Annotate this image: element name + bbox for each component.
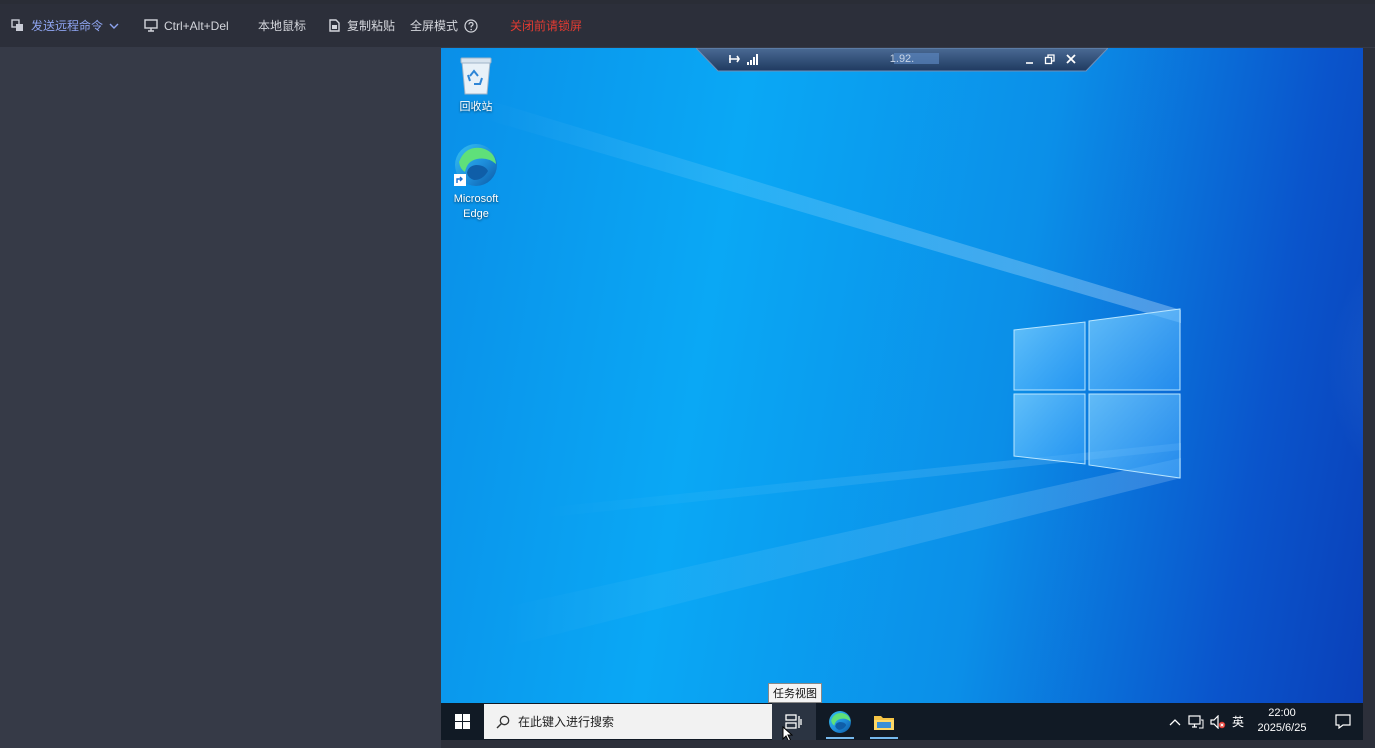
task-view-tooltip: 任务视图: [768, 683, 822, 703]
command-icon: [11, 18, 23, 31]
help-icon[interactable]: [464, 18, 478, 33]
taskbar: 在此键入进行搜索 英 22:00 2025/6/25: [441, 703, 1363, 740]
restore-icon[interactable]: [1043, 52, 1057, 66]
taskbar-edge-button[interactable]: [818, 703, 862, 740]
chevron-up-icon: [1169, 718, 1181, 725]
wallpaper-light-beams: [481, 98, 1181, 648]
volume-tray-button[interactable]: [1209, 703, 1227, 740]
taskbar-search-box[interactable]: 在此键入进行搜索: [484, 704, 772, 739]
edge-label-line2: Edge: [463, 208, 489, 220]
copy-paste-button[interactable]: 复制粘贴: [328, 4, 395, 47]
monitor-icon: [144, 19, 158, 32]
network-icon: [1188, 714, 1204, 728]
windows-start-icon: [454, 714, 470, 729]
desktop-icon-recycle-bin[interactable]: 回收站: [441, 54, 514, 115]
task-view-button[interactable]: [772, 703, 816, 740]
edge-icon: [454, 144, 497, 186]
edge-icon: [829, 710, 851, 733]
edge-active-indicator: [826, 737, 854, 739]
send-remote-command-label: 发送远程命令: [31, 19, 104, 33]
notification-icon: [1335, 714, 1351, 729]
start-button[interactable]: [441, 703, 483, 740]
local-mouse-label: 本地鼠标: [258, 19, 307, 33]
lock-screen-label: 关闭前请锁屏: [510, 19, 583, 33]
lock-screen-warning: 关闭前请锁屏: [510, 4, 582, 47]
remote-toolbar: 发送远程命令 Ctrl+Alt+Del 本地鼠标 复制粘贴 全屏模式 关闭前请锁…: [0, 4, 1375, 47]
taskbar-clock[interactable]: 22:00 2025/6/25: [1241, 703, 1323, 740]
mouse-cursor-icon: [782, 726, 793, 740]
send-remote-command-button[interactable]: 发送远程命令: [11, 4, 119, 47]
show-hidden-icons-button[interactable]: [1167, 703, 1183, 740]
minimize-icon[interactable]: [1023, 52, 1037, 66]
local-mouse-button[interactable]: 本地鼠标: [258, 4, 306, 47]
recycle-bin-icon: [460, 57, 492, 95]
remote-desktop-screen[interactable]: 1.92. 回收站 Microsoft Edge 任务视图 在此键入进行搜索 英…: [441, 48, 1363, 740]
bottom-frame-edge: [441, 740, 1363, 748]
action-center-button[interactable]: [1325, 703, 1361, 740]
clock-date: 2025/6/25: [1257, 722, 1307, 734]
fullscreen-mode-button[interactable]: 全屏模式: [410, 4, 478, 47]
fullscreen-mode-label: 全屏模式: [410, 19, 459, 33]
copy-paste-label: 复制粘贴: [347, 19, 396, 33]
clock-time: 22:00: [1268, 707, 1296, 719]
recycle-bin-label: 回收站: [459, 101, 493, 113]
ctrl-alt-del-label: Ctrl+Alt+Del: [164, 18, 229, 33]
search-icon: [496, 715, 510, 728]
clipboard-icon: [329, 19, 340, 32]
ctrl-alt-del-button[interactable]: Ctrl+Alt+Del: [144, 4, 229, 47]
chevron-down-icon: [109, 23, 119, 29]
search-placeholder: 在此键入进行搜索: [518, 715, 615, 729]
close-icon[interactable]: [1064, 52, 1078, 66]
explorer-active-indicator: [870, 737, 898, 739]
right-frame-edge: [1363, 48, 1375, 748]
volume-muted-icon: [1210, 714, 1226, 729]
desktop-icon-edge[interactable]: Microsoft Edge: [441, 142, 514, 222]
rdp-connection-bar: 1.92.: [696, 48, 1108, 72]
folder-icon: [874, 715, 894, 730]
network-tray-button[interactable]: [1187, 703, 1205, 740]
windows-wallpaper-logo: [1013, 308, 1181, 479]
edge-label-line1: Microsoft: [453, 193, 499, 205]
taskbar-file-explorer-button[interactable]: [862, 703, 906, 740]
